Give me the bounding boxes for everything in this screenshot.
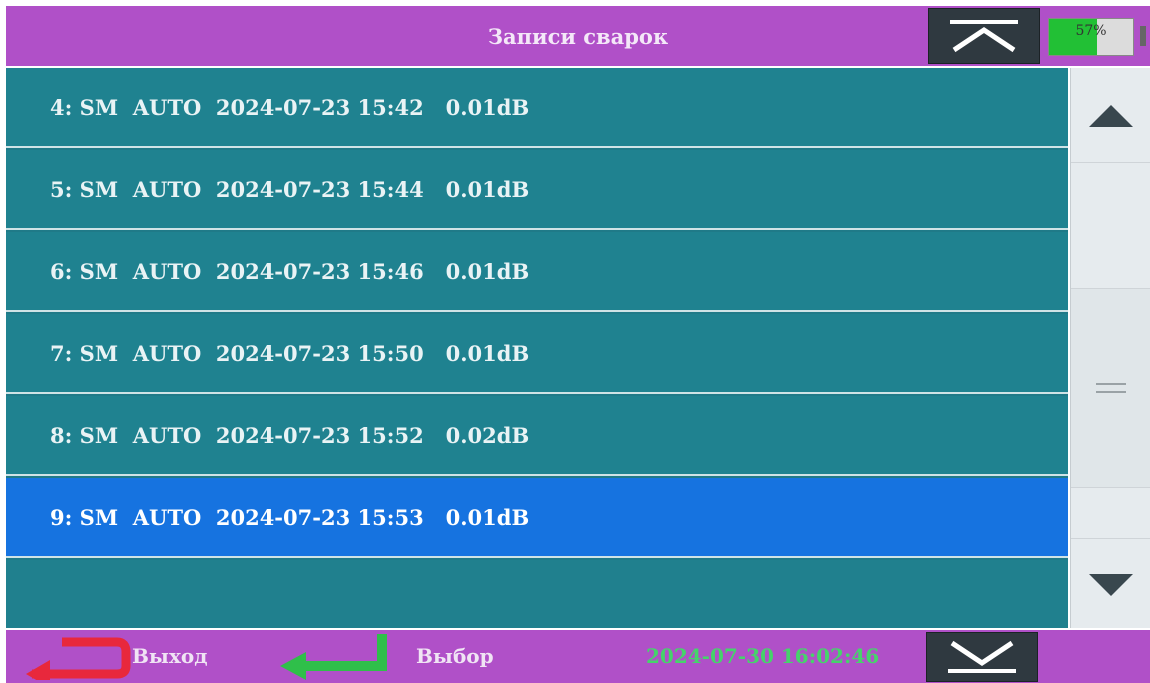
datetime-display: 2024-07-30 16:02:46 <box>646 644 880 668</box>
triangle-down-icon <box>1088 573 1133 596</box>
record-text: 7: SM AUTO 2024-07-23 15:50 0.01dB <box>50 340 530 366</box>
record-text: 5: SM AUTO 2024-07-23 15:44 0.01dB <box>50 176 530 202</box>
vertical-scrollbar[interactable] <box>1070 68 1150 628</box>
scroll-to-top-button[interactable] <box>928 8 1040 64</box>
record-row[interactable]: 7: SM AUTO 2024-07-23 15:50 0.01dB <box>6 314 1068 394</box>
scroll-track[interactable] <box>1071 163 1150 533</box>
enter-arrow-icon[interactable] <box>274 632 394 682</box>
record-row[interactable]: 6: SM AUTO 2024-07-23 15:46 0.01dB <box>6 232 1068 312</box>
weld-records-list: 4: SM AUTO 2024-07-23 15:42 0.01dB 5: SM… <box>6 68 1068 628</box>
exit-label[interactable]: Выход <box>132 644 208 668</box>
triangle-up-icon <box>1088 105 1133 127</box>
battery-indicator: 57% <box>1048 18 1134 56</box>
record-row-selected[interactable]: 9: SM AUTO 2024-07-23 15:53 0.01dB <box>6 478 1068 558</box>
footer-bar: Выход Выбор 2024-07-30 16:02:46 <box>6 630 1150 683</box>
scroll-to-bottom-button[interactable] <box>926 632 1038 682</box>
record-text: 4: SM AUTO 2024-07-23 15:42 0.01dB <box>50 94 530 120</box>
record-text: 8: SM AUTO 2024-07-23 15:52 0.02dB <box>50 422 530 448</box>
select-label[interactable]: Выбор <box>416 644 494 668</box>
record-row[interactable]: 4: SM AUTO 2024-07-23 15:42 0.01dB <box>6 68 1068 148</box>
record-row[interactable]: 8: SM AUTO 2024-07-23 15:52 0.02dB <box>6 396 1068 476</box>
grip-lines-icon <box>1095 383 1126 393</box>
battery-percent: 57% <box>1075 23 1107 39</box>
record-row[interactable]: 5: SM AUTO 2024-07-23 15:44 0.01dB <box>6 150 1068 230</box>
chevron-up-bar-icon <box>950 20 1018 53</box>
return-arrow-icon[interactable] <box>22 634 132 680</box>
empty-row <box>6 560 1068 628</box>
battery-tip <box>1140 26 1146 46</box>
record-text: 6: SM AUTO 2024-07-23 15:46 0.01dB <box>50 258 530 284</box>
page-title: Записи сварок <box>487 23 669 49</box>
scroll-down-button[interactable] <box>1071 538 1150 628</box>
record-text: 9: SM AUTO 2024-07-23 15:53 0.01dB <box>50 504 530 530</box>
scroll-up-button[interactable] <box>1071 68 1150 163</box>
scroll-thumb[interactable] <box>1071 288 1150 488</box>
chevron-down-bar-icon <box>948 640 1016 673</box>
